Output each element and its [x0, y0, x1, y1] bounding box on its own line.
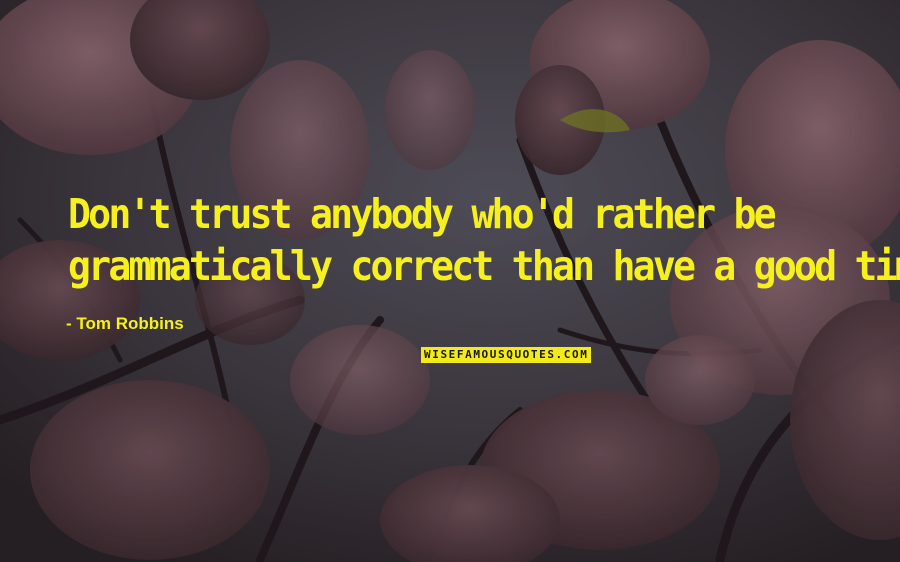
- wisefamousquotes-logo: WISEFAMOUSQUOTES.COM: [421, 347, 592, 363]
- quote-line-2: grammatically correct than have a good t…: [68, 242, 900, 290]
- quote-line-1: Don't trust anybody who'd rather be: [68, 190, 777, 238]
- quote-card: Don't trust anybody who'd rather be gram…: [0, 0, 900, 562]
- quote-text: Don't trust anybody who'd rather be gram…: [68, 188, 900, 292]
- quote-author: - Tom Robbins: [66, 314, 184, 333]
